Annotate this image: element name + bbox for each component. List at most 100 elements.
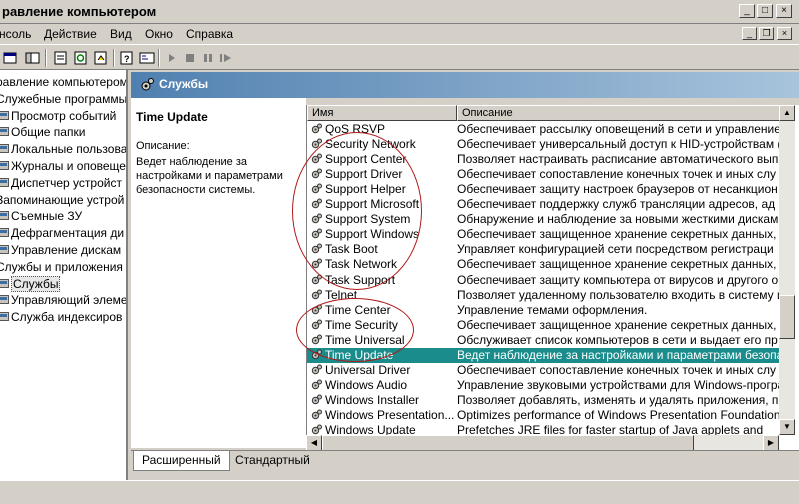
service-name-cell: Security Network (311, 137, 457, 152)
service-name-cell: Task Support (311, 273, 457, 288)
service-name-cell: Time Center (311, 303, 457, 318)
service-description: Управление темами оформления. (457, 302, 648, 317)
service-row[interactable]: Support Driver Обеспечивает сопоставление… (307, 167, 780, 182)
service-row[interactable]: Support Microsoft Обеспечивает поддержку … (307, 197, 780, 212)
service-row[interactable]: Time Center Управление темами оформления. (307, 303, 780, 318)
service-row[interactable]: Security Network Обеспечивает универсальн… (307, 137, 780, 152)
service-name: Time Security (325, 317, 398, 332)
horizontal-scroll-thumb[interactable] (322, 435, 694, 451)
vertical-scrollbar[interactable]: ▲ ▼ (779, 105, 795, 435)
service-gear-icon (311, 409, 322, 420)
services-list[interactable]: Имя Описание QoS RSVP Обеспечивает рассыл… (306, 105, 799, 450)
tab-standard[interactable]: Стандартный (227, 451, 318, 471)
console-tree[interactable]: равление компьютером Служебные программы П… (0, 70, 128, 504)
service-row[interactable]: Time Universal Обслуживает список компьют… (307, 333, 780, 348)
service-row[interactable]: Windows Presentation... Optimizes perform… (307, 408, 780, 423)
service-name-cell: Support Driver (311, 167, 457, 182)
horizontal-scrollbar[interactable]: ◀ ▶ (306, 435, 779, 451)
service-row[interactable]: Task Boot Управляет конфигурацией сети по… (307, 242, 780, 257)
tree-item[interactable]: Управляющий элеме (0, 292, 126, 308)
service-row[interactable]: Task Support Обеспечивает защиту компьюте… (307, 273, 780, 288)
service-row[interactable]: Time Security Обеспечивает защищенное хра… (307, 318, 780, 333)
tree-item[interactable]: Общие папки (0, 124, 85, 140)
tree-item[interactable]: Съемные ЗУ (0, 208, 82, 224)
service-row[interactable]: Support Center Позволяет настраивать расп… (307, 152, 780, 167)
close-button[interactable]: × (776, 4, 792, 18)
tree-item-label: Управление дискам (11, 243, 122, 257)
service-gear-icon (311, 138, 322, 149)
menu-help[interactable]: Справка (186, 27, 233, 41)
service-row[interactable]: Windows Audio Управление звуковыми устрой… (307, 378, 780, 393)
restart-service-icon[interactable] (217, 50, 235, 66)
tree-item[interactable]: Службы и приложения (0, 259, 123, 275)
mdi-close-button[interactable]: × (777, 27, 792, 40)
service-name: Task Network (325, 257, 398, 272)
back-icon[interactable] (2, 50, 20, 66)
service-row[interactable]: Support Windows Обеспечивает защищенное х… (307, 227, 780, 242)
service-row[interactable]: QoS RSVP Обеспечивает рассылку оповещений… (307, 122, 780, 137)
menu-window[interactable]: Окно (145, 27, 173, 41)
tree-item[interactable]: Локальные пользова (0, 141, 126, 157)
minimize-button[interactable]: _ (739, 4, 755, 18)
scroll-up-button[interactable]: ▲ (779, 105, 795, 121)
tree-item-label: Общие папки (11, 125, 86, 140)
tab-extended[interactable]: Расширенный (133, 451, 230, 471)
help-icon[interactable]: ? (118, 50, 136, 66)
service-description: Позволяет добавлять, изменять и удалять … (457, 392, 779, 407)
service-name: Windows Installer (325, 392, 420, 407)
tree-item[interactable]: Запоминающие устрой (0, 192, 124, 208)
menu-action[interactable]: Действие (44, 27, 97, 41)
mdi-restore-button[interactable]: ❐ (759, 27, 774, 40)
pause-service-icon[interactable] (199, 50, 217, 66)
svg-text:?: ? (124, 54, 130, 64)
scroll-left-button[interactable]: ◀ (306, 435, 322, 451)
tree-item[interactable]: Диспетчер устройст (0, 175, 122, 191)
scroll-down-button[interactable]: ▼ (779, 419, 795, 435)
service-name-cell: Task Boot (311, 242, 457, 257)
service-description: Обеспечивает защиту компьютера от вирусо… (457, 272, 779, 287)
description-pane: Time Update Описание: Ведет наблюдение з… (131, 98, 306, 448)
export-icon[interactable] (92, 50, 110, 66)
tree-toggle-icon[interactable] (24, 50, 42, 66)
properties-icon[interactable] (52, 50, 70, 66)
tree-item[interactable]: Службы (0, 275, 61, 292)
service-row[interactable]: Support Helper Обеспечивает защиту настро… (307, 182, 780, 197)
tree-item-label: Служба индексиров (11, 310, 123, 325)
stop-service-icon[interactable] (181, 50, 199, 66)
column-header-name[interactable]: Имя (307, 105, 457, 121)
tree-item[interactable]: Служебные программы (0, 91, 126, 107)
maximize-button[interactable]: □ (757, 4, 773, 18)
service-name-cell: Windows Installer (311, 393, 457, 408)
tree-node-icon (0, 161, 9, 170)
tree-item[interactable]: Служба индексиров (0, 309, 122, 325)
refresh-icon[interactable] (72, 50, 90, 66)
service-row[interactable]: Universal Driver Обеспечивает сопоставлен… (307, 363, 780, 378)
mdi-minimize-button[interactable]: _ (742, 27, 757, 40)
tree-item-label: Службы (11, 275, 61, 292)
service-name-cell: QoS RSVP (311, 122, 457, 137)
scroll-right-button[interactable]: ▶ (763, 435, 779, 451)
service-name-cell: Support Windows (311, 227, 457, 242)
service-row[interactable]: Time Update Ведет наблюдение за настройка… (307, 347, 780, 363)
start-service-icon[interactable] (163, 50, 181, 66)
tree-item[interactable]: Просмотр событий (0, 108, 116, 124)
vertical-scroll-thumb[interactable] (779, 295, 795, 339)
menu-view[interactable]: Вид (110, 27, 132, 41)
service-row[interactable]: Telnet Позволяет удаленному пользователю … (307, 288, 780, 303)
tree-item[interactable]: Управление дискам (0, 242, 121, 258)
tree-item[interactable]: равление компьютером (0, 74, 126, 90)
service-row[interactable]: Support System Обнаружение и наблюдение з… (307, 212, 780, 227)
menu-console[interactable]: нсоль (0, 27, 31, 41)
tree-item[interactable]: Журналы и оповеще (0, 158, 126, 174)
column-header-description[interactable]: Описание (457, 105, 780, 121)
service-gear-icon (311, 183, 322, 194)
tree-item-label: Съемные ЗУ (11, 209, 83, 224)
service-row[interactable]: Task Network Обеспечивает защищенное хран… (307, 257, 780, 272)
console-tree-icon[interactable] (138, 50, 156, 66)
service-name: Windows Presentation... (325, 407, 455, 422)
tree-item[interactable]: Дефрагментация ди (0, 225, 124, 241)
service-row[interactable]: Windows Installer Позволяет добавлять, из… (307, 393, 780, 408)
services-gear-icon (141, 78, 154, 91)
tree-item-label: Запоминающие устрой (0, 192, 125, 207)
tree-node-icon (0, 211, 9, 221)
